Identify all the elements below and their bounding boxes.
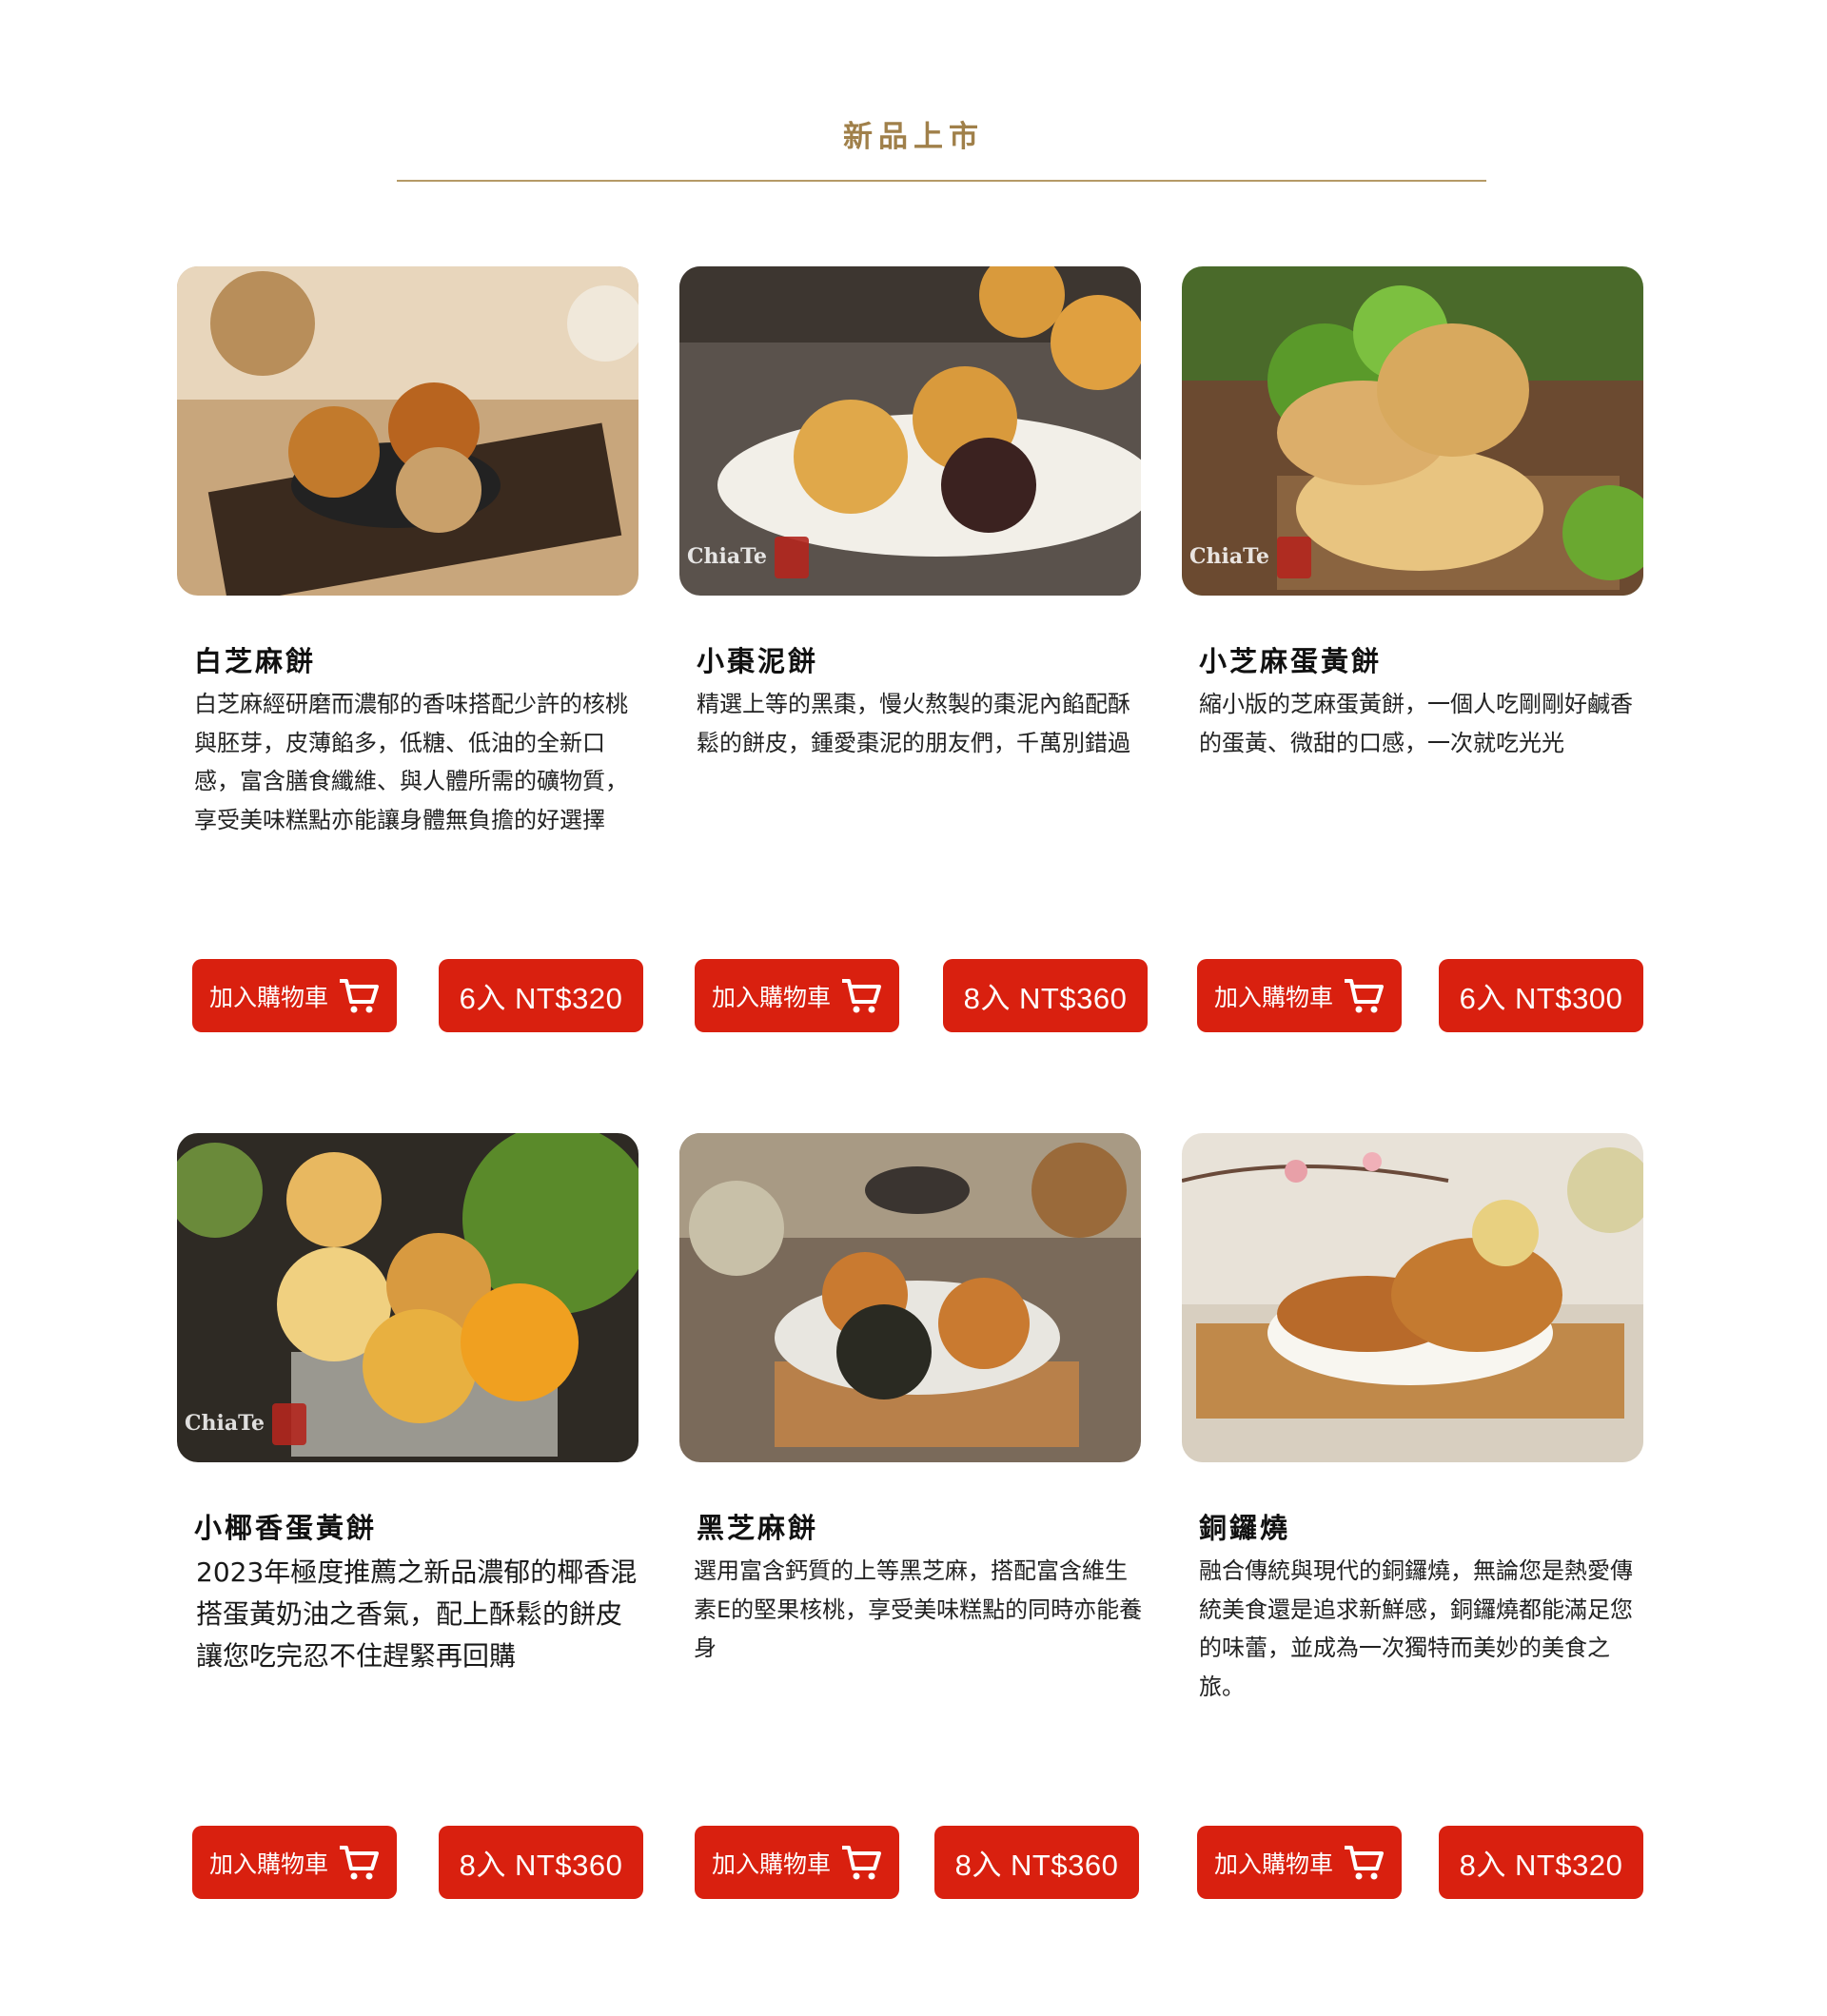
shopping-cart-icon <box>340 978 379 1012</box>
product-name: 小棗泥餅 <box>697 645 819 677</box>
add-to-cart-label: 加入購物車 <box>1213 984 1333 1011</box>
product-photo[interactable] <box>679 1133 1141 1462</box>
brand-watermark: ChiaTe <box>687 544 767 569</box>
brand-seal <box>1277 537 1311 578</box>
brand-watermark: ChiaTe <box>185 1411 265 1436</box>
add-to-cart-button[interactable]: 加入購物車 <box>695 1826 899 1899</box>
price-button[interactable]: 8入 NT$360 <box>943 959 1148 1032</box>
product-name: 黑芝麻餅 <box>697 1512 819 1544</box>
add-to-cart-button[interactable]: 加入購物車 <box>192 959 397 1032</box>
product-description: 選用富含鈣質的上等黑芝麻，搭配富含維生素E的堅果核桃，享受美味糕點的同時亦能養身 <box>694 1557 1143 1661</box>
shopping-cart-icon <box>1345 1845 1384 1879</box>
price-button[interactable]: 8入 NT$320 <box>1439 1826 1643 1899</box>
add-to-cart-label: 加入購物車 <box>208 984 328 1011</box>
section-divider <box>397 180 1486 182</box>
brand-seal <box>272 1403 306 1445</box>
product-description: 白芝麻經研磨而濃郁的香味搭配少許的核桃與胚芽，皮薄餡多，低糖、低油的全新口感，富… <box>194 691 628 833</box>
price-button[interactable]: 8入 NT$360 <box>439 1826 643 1899</box>
product-name: 白芝麻餅 <box>194 645 317 677</box>
product-description: 融合傳統與現代的銅鑼燒，無論您是熱愛傳統美食還是追求新鮮感，銅鑼燒都能滿足您的味… <box>1199 1557 1633 1700</box>
product-description: 2023年極度推薦之新品濃郁的椰香混搭蛋黃奶油之香氣，配上酥鬆的餅皮讓您吃完忍不… <box>196 1556 638 1672</box>
section-title: 新品上市 <box>843 120 984 154</box>
add-to-cart-label: 加入購物車 <box>1213 1850 1333 1878</box>
product-description: 精選上等的黑棗，慢火熬製的棗泥內餡配酥鬆的餅皮，鍾愛棗泥的朋友們，千萬別錯過 <box>697 691 1130 756</box>
product-name: 銅鑼燒 <box>1199 1512 1291 1544</box>
shopping-cart-icon <box>842 1845 881 1879</box>
product-photo[interactable]: ChiaTe <box>1182 266 1643 596</box>
price-button[interactable]: 6入 NT$300 <box>1439 959 1643 1032</box>
add-to-cart-label: 加入購物車 <box>711 1850 831 1878</box>
shopping-cart-icon <box>1345 978 1384 1012</box>
product-photo[interactable]: ChiaTe <box>679 266 1141 596</box>
price-button[interactable]: 8入 NT$360 <box>934 1826 1139 1899</box>
product-photo[interactable] <box>1182 1133 1643 1462</box>
product-name: 小椰香蛋黃餅 <box>194 1512 378 1544</box>
price-button[interactable]: 6入 NT$320 <box>439 959 643 1032</box>
add-to-cart-label: 加入購物車 <box>711 984 831 1011</box>
product-photo[interactable]: ChiaTe <box>177 1133 638 1462</box>
add-to-cart-button[interactable]: 加入購物車 <box>695 959 899 1032</box>
add-to-cart-button[interactable]: 加入購物車 <box>1197 1826 1402 1899</box>
add-to-cart-button[interactable]: 加入購物車 <box>192 1826 397 1899</box>
brand-seal <box>775 537 809 578</box>
product-description: 縮小版的芝麻蛋黃餅，一個人吃剛剛好鹹香的蛋黃、微甜的口感，一次就吃光光 <box>1199 691 1633 756</box>
shopping-cart-icon <box>842 978 881 1012</box>
add-to-cart-label: 加入購物車 <box>208 1850 328 1878</box>
product-name: 小芝麻蛋黃餅 <box>1199 645 1383 677</box>
add-to-cart-button[interactable]: 加入購物車 <box>1197 959 1402 1032</box>
shopping-cart-icon <box>340 1845 379 1879</box>
brand-watermark: ChiaTe <box>1189 544 1269 569</box>
product-photo[interactable] <box>177 266 638 596</box>
